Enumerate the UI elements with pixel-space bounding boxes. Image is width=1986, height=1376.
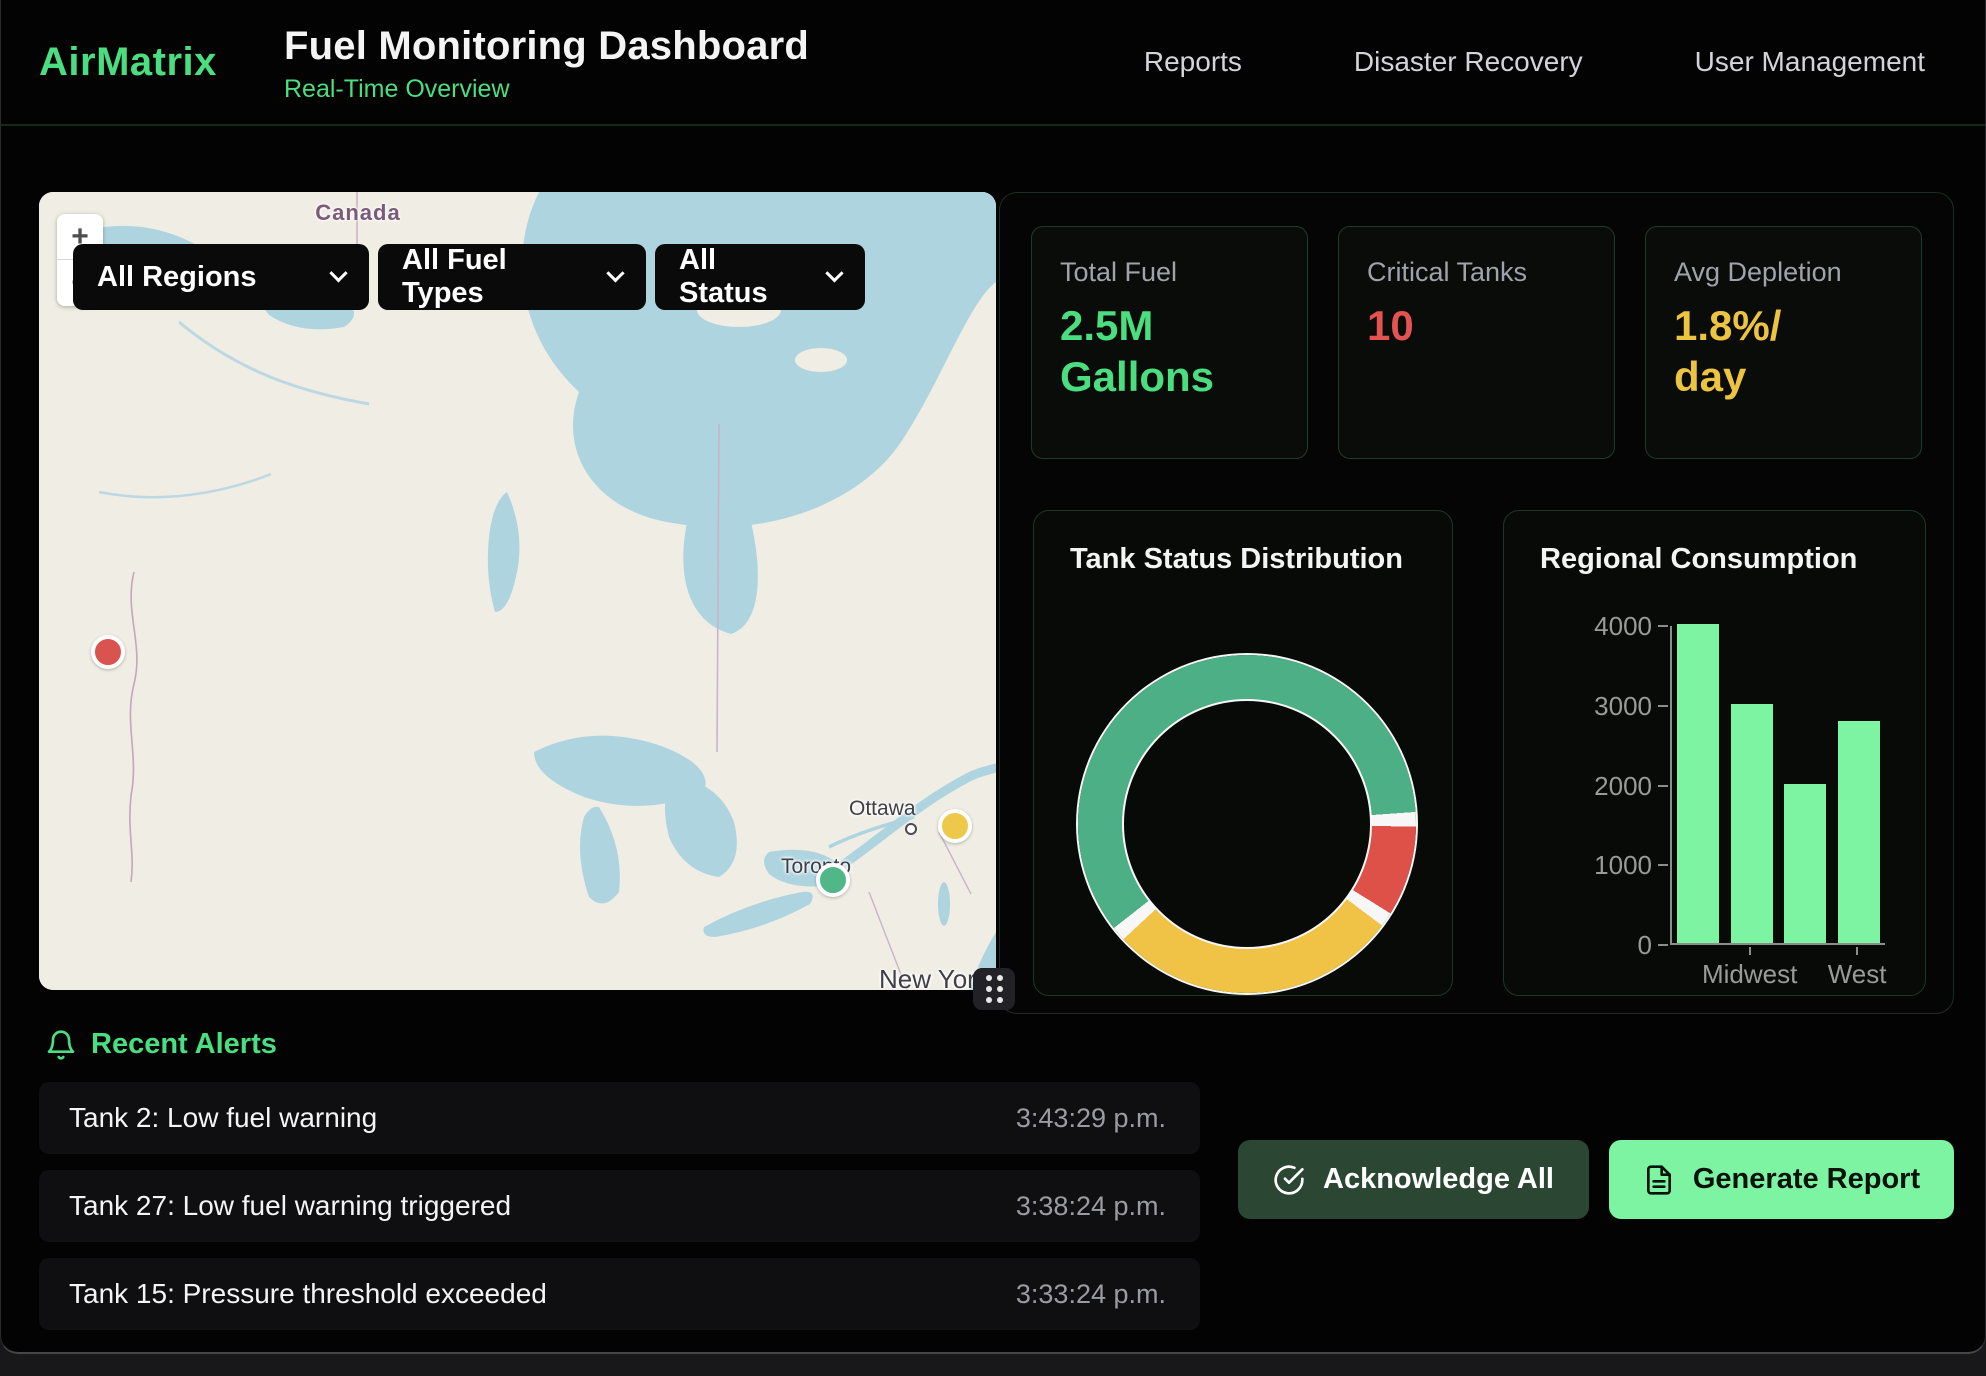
- y-axis-tick: [1658, 705, 1668, 707]
- y-axis-tick: [1658, 785, 1668, 787]
- bar: [1838, 721, 1880, 943]
- stat-label: Avg Depletion: [1674, 257, 1893, 288]
- generate-report-label: Generate Report: [1693, 1163, 1920, 1196]
- y-axis-tick: [1658, 944, 1668, 946]
- y-axis-tick-label: 0: [1512, 930, 1652, 961]
- file-text-icon: [1643, 1164, 1675, 1196]
- nav-user-management[interactable]: User Management: [1695, 46, 1925, 78]
- stat-value-total-fuel: 2.5M Gallons: [1060, 300, 1279, 402]
- alert-text: Tank 2: Low fuel warning: [69, 1102, 377, 1134]
- resize-handle-icon[interactable]: [973, 968, 1015, 1010]
- chevron-down-icon: [825, 264, 843, 282]
- donut-chart-title: Tank Status Distribution: [1070, 543, 1403, 576]
- map-marker-warning[interactable]: [938, 809, 972, 843]
- app-window: AirMatrix Fuel Monitoring Dashboard Real…: [0, 0, 1986, 1354]
- header: AirMatrix Fuel Monitoring Dashboard Real…: [1, 0, 1985, 126]
- x-axis-tick-label: West: [1787, 959, 1927, 990]
- stat-label: Critical Tanks: [1367, 257, 1586, 288]
- map-panel[interactable]: Canada Ottawa Toronto New York + − All R…: [39, 192, 996, 990]
- stat-card-avg-depletion: Avg Depletion 1.8%/ day: [1645, 226, 1922, 459]
- bar: [1731, 704, 1773, 943]
- check-circle-icon: [1273, 1164, 1305, 1196]
- alert-timestamp: 3:33:24 p.m.: [1016, 1279, 1166, 1310]
- map-label-canada: Canada: [293, 200, 423, 226]
- y-axis-tick-label: 2000: [1512, 771, 1652, 802]
- chevron-down-icon: [329, 264, 347, 282]
- y-axis-tick-label: 1000: [1512, 850, 1652, 881]
- page-title: Fuel Monitoring Dashboard: [284, 24, 809, 69]
- y-axis-tick: [1658, 625, 1668, 627]
- bar: [1677, 624, 1719, 943]
- acknowledge-all-label: Acknowledge All: [1323, 1163, 1554, 1196]
- stat-label: Total Fuel: [1060, 257, 1279, 288]
- filter-status-label: All Status: [679, 244, 810, 310]
- alert-row[interactable]: Tank 15: Pressure threshold exceeded 3:3…: [39, 1258, 1200, 1330]
- generate-report-button[interactable]: Generate Report: [1609, 1140, 1954, 1219]
- map-filters: All Regions All Fuel Types All Status: [73, 244, 865, 310]
- y-axis-tick-label: 4000: [1512, 611, 1652, 642]
- acknowledge-all-button[interactable]: Acknowledge All: [1238, 1140, 1589, 1219]
- ottawa-town-dot: [905, 823, 917, 835]
- chevron-down-icon: [607, 264, 625, 282]
- alert-timestamp: 3:43:29 p.m.: [1016, 1103, 1166, 1134]
- stat-card-total-fuel: Total Fuel 2.5M Gallons: [1031, 226, 1308, 459]
- x-axis-tick: [1749, 947, 1751, 955]
- alert-row[interactable]: Tank 27: Low fuel warning triggered 3:38…: [39, 1170, 1200, 1242]
- alerts-title: Recent Alerts: [91, 1028, 277, 1061]
- bell-icon: [45, 1029, 77, 1061]
- map-marker-critical[interactable]: [91, 635, 125, 669]
- y-axis-tick-label: 3000: [1512, 691, 1652, 722]
- tank-status-panel: Tank Status Distribution: [1033, 510, 1453, 996]
- bar-chart-plot-area: [1670, 626, 1885, 945]
- stat-value-avg-depletion: 1.8%/ day: [1674, 300, 1893, 402]
- bar: [1784, 784, 1826, 944]
- regional-consumption-panel: Regional Consumption 01000200030004000Mi…: [1503, 510, 1926, 996]
- alert-text: Tank 27: Low fuel warning triggered: [69, 1190, 511, 1222]
- x-axis-tick: [1856, 947, 1858, 955]
- filter-regions-label: All Regions: [97, 261, 257, 294]
- main-nav: Reports Disaster Recovery User Managemen…: [1144, 46, 1925, 78]
- nav-reports[interactable]: Reports: [1144, 46, 1242, 78]
- map-label-ottawa: Ottawa: [849, 797, 916, 821]
- filter-all-fuel-types[interactable]: All Fuel Types: [378, 244, 646, 310]
- map-marker-normal[interactable]: [816, 863, 850, 897]
- alert-row[interactable]: Tank 2: Low fuel warning 3:43:29 p.m.: [39, 1082, 1200, 1154]
- alerts-header: Recent Alerts: [45, 1028, 277, 1061]
- brand-logo: AirMatrix: [39, 40, 284, 85]
- alert-text: Tank 15: Pressure threshold exceeded: [69, 1278, 547, 1310]
- stat-value-critical-tanks: 10: [1367, 300, 1586, 351]
- y-axis-tick: [1658, 864, 1668, 866]
- bar-chart-title: Regional Consumption: [1540, 543, 1857, 576]
- nav-disaster-recovery[interactable]: Disaster Recovery: [1354, 46, 1583, 78]
- stat-card-critical-tanks: Critical Tanks 10: [1338, 226, 1615, 459]
- tank-status-donut-chart: [1078, 655, 1416, 993]
- page-subtitle: Real-Time Overview: [284, 75, 809, 104]
- title-block: Fuel Monitoring Dashboard Real-Time Over…: [284, 24, 809, 104]
- filter-all-regions[interactable]: All Regions: [73, 244, 369, 310]
- alert-timestamp: 3:38:24 p.m.: [1016, 1191, 1166, 1222]
- filter-fuel-label: All Fuel Types: [402, 244, 591, 310]
- filter-all-status[interactable]: All Status: [655, 244, 865, 310]
- map-background: [39, 192, 996, 990]
